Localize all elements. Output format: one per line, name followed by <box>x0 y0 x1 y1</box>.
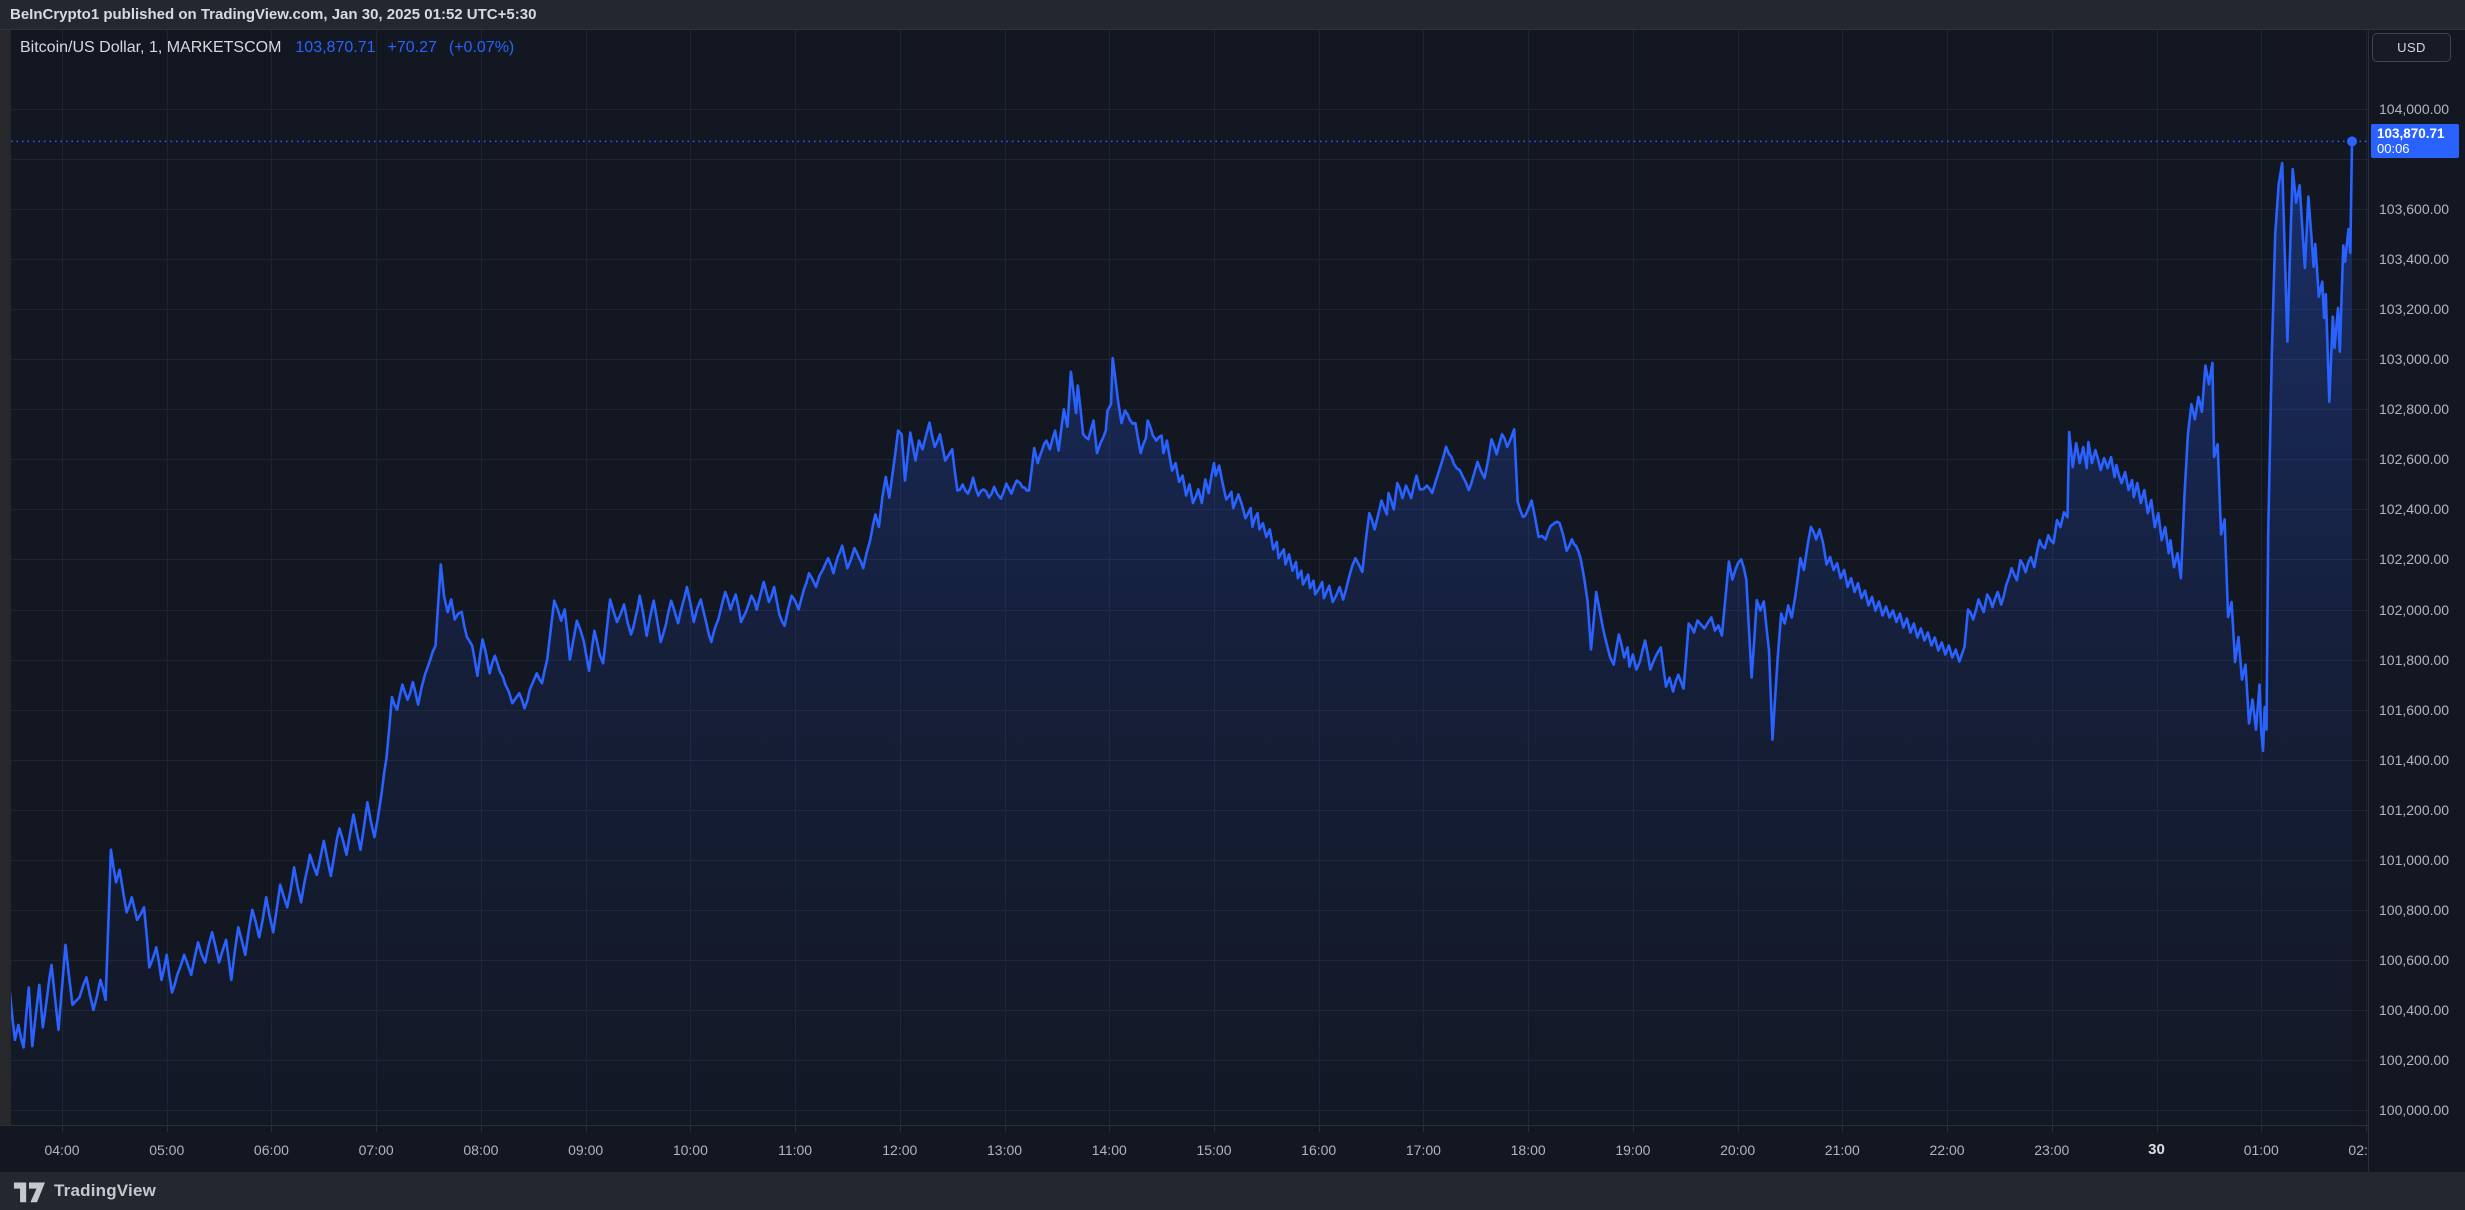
price-axis-label: 102,200.00 <box>2379 551 2449 567</box>
time-axis-label: 16:00 <box>1301 1140 1336 1160</box>
time-axis-label: 08:00 <box>463 1140 498 1160</box>
plot-area[interactable] <box>0 30 2368 1125</box>
price-area-fill <box>10 141 2352 1125</box>
price-axis-label: 103,400.00 <box>2379 251 2449 267</box>
time-axis-label: 10:00 <box>673 1140 708 1160</box>
symbol-quote: 103,870.71 +70.27 (+0.07%) <box>295 39 514 57</box>
tradingview-logo[interactable]: TradingView <box>12 1175 156 1207</box>
bar-countdown: 00:06 <box>2377 141 2453 156</box>
time-axis-label: 13:00 <box>987 1140 1022 1160</box>
price-chart[interactable] <box>0 0 2465 1210</box>
time-axis-label: 20:00 <box>1720 1140 1755 1160</box>
time-axis-tick <box>1423 1126 1424 1132</box>
price-axis-label: 100,200.00 <box>2379 1052 2449 1068</box>
time-axis-label: 07:00 <box>359 1140 394 1160</box>
time-axis-day-marker: 30 <box>2148 1140 2165 1160</box>
last-price: 103,870.71 <box>295 39 375 57</box>
price-axis-label: 102,400.00 <box>2379 501 2449 517</box>
time-axis-tick <box>1528 1126 1529 1132</box>
time-axis-tick <box>1738 1126 1739 1132</box>
time-axis-label: 01:00 <box>2244 1140 2279 1160</box>
currency-button[interactable]: USD <box>2372 33 2451 62</box>
price-axis-label: 100,800.00 <box>2379 902 2449 918</box>
chart-left-edge-band <box>0 30 11 1172</box>
time-axis-label: 05:00 <box>149 1140 184 1160</box>
time-axis-label: 11:00 <box>778 1140 812 1160</box>
time-axis-tick <box>167 1126 168 1132</box>
symbol-header: Bitcoin/US Dollar, 1, MARKETSCOM 103,870… <box>20 36 514 60</box>
time-axis-tick <box>62 1126 63 1132</box>
current-price-badge: 103,870.71 00:06 <box>2371 124 2459 158</box>
attribution-bar: BeInCrypto1 published on TradingView.com… <box>0 0 2465 30</box>
time-axis-tick <box>1633 1126 1634 1132</box>
time-axis-tick <box>481 1126 482 1132</box>
price-axis-label: 101,200.00 <box>2379 802 2449 818</box>
time-axis-tick <box>1947 1126 1948 1132</box>
current-price-dot <box>2347 136 2357 146</box>
time-axis-label: 22:00 <box>1930 1140 1965 1160</box>
price-axis-label: 101,400.00 <box>2379 752 2449 768</box>
time-axis-tick <box>2261 1126 2262 1132</box>
price-axis-label: 100,600.00 <box>2379 952 2449 968</box>
tradingview-logo-text: TradingView <box>54 1181 156 1201</box>
time-axis-tick <box>795 1126 796 1132</box>
price-change-pct: (+0.07%) <box>449 39 514 57</box>
time-axis-tick <box>1109 1126 1110 1132</box>
time-axis-tick <box>376 1126 377 1132</box>
time-axis-label: 09:00 <box>568 1140 603 1160</box>
time-axis-label: 06:00 <box>254 1140 289 1160</box>
tradingview-logo-icon <box>12 1175 46 1207</box>
time-axis-tick <box>900 1126 901 1132</box>
time-axis-label: 12:00 <box>882 1140 917 1160</box>
price-axis-label: 102,800.00 <box>2379 401 2449 417</box>
current-price-value: 103,870.71 <box>2377 126 2453 141</box>
time-axis[interactable]: 04:00 05:00 06:00 07:00 08:00 09:00 10:00 11:00… <box>0 1125 2368 1172</box>
time-axis-tick <box>2052 1126 2053 1132</box>
time-axis-label: 21:00 <box>1825 1140 1860 1160</box>
price-axis-label: 101,000.00 <box>2379 852 2449 868</box>
time-axis-tick <box>2366 1126 2367 1132</box>
time-axis-label: 17:00 <box>1406 1140 1441 1160</box>
price-axis-label: 101,600.00 <box>2379 702 2449 718</box>
time-axis-tick <box>1214 1126 1215 1132</box>
time-axis-tick <box>2157 1126 2158 1132</box>
price-axis-label: 104,000.00 <box>2379 101 2449 117</box>
time-axis-label: 04:00 <box>44 1140 79 1160</box>
price-axis-label: 103,600.00 <box>2379 201 2449 217</box>
attribution-text: BeInCrypto1 published on TradingView.com… <box>10 0 536 30</box>
price-axis-label: 101,800.00 <box>2379 652 2449 668</box>
price-change: +70.27 <box>387 39 436 57</box>
time-axis-tick <box>586 1126 587 1132</box>
time-axis-tick <box>1842 1126 1843 1132</box>
time-axis-tick <box>1319 1126 1320 1132</box>
price-axis-label: 102,000.00 <box>2379 602 2449 618</box>
time-axis-label: 14:00 <box>1092 1140 1127 1160</box>
price-axis-label: 102,600.00 <box>2379 451 2449 467</box>
price-axis-label: 100,000.00 <box>2379 1102 2449 1118</box>
time-axis-label: 02:00 <box>2348 1140 2368 1160</box>
time-axis-tick <box>271 1126 272 1132</box>
time-axis-label: 19:00 <box>1615 1140 1650 1160</box>
price-axis-label: 103,200.00 <box>2379 301 2449 317</box>
time-axis-label: 15:00 <box>1196 1140 1231 1160</box>
price-axis-label: 103,000.00 <box>2379 351 2449 367</box>
time-axis-tick <box>690 1126 691 1132</box>
price-axis[interactable]: 103,870.71 00:06 100,000.00 100,200.00 100… <box>2368 30 2465 1172</box>
time-axis-tick <box>1005 1126 1006 1132</box>
footer-strip: TradingView <box>0 1172 2465 1210</box>
symbol-title[interactable]: Bitcoin/US Dollar, 1, MARKETSCOM <box>20 39 281 57</box>
time-axis-label: 18:00 <box>1511 1140 1546 1160</box>
price-axis-label: 100,400.00 <box>2379 1002 2449 1018</box>
time-axis-label: 23:00 <box>2034 1140 2069 1160</box>
